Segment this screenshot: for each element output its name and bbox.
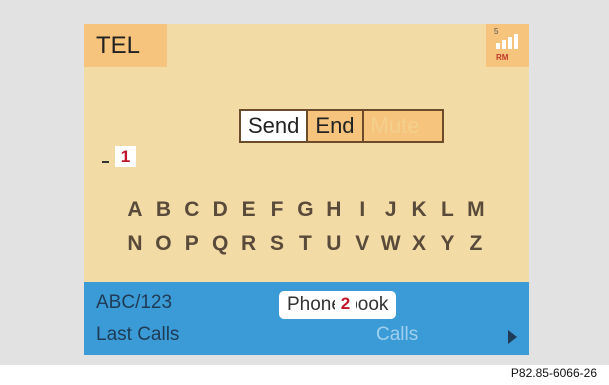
letter-key[interactable]: P <box>179 227 205 261</box>
letter-key[interactable]: T <box>292 227 318 261</box>
calls-button[interactable]: Calls <box>376 324 418 346</box>
send-button[interactable]: Send <box>241 111 307 141</box>
call-control-buttons: Send End Mute <box>239 109 444 143</box>
letter-key[interactable]: C <box>179 193 205 227</box>
last-calls-button[interactable]: Last Calls <box>96 324 179 346</box>
letter-key[interactable]: L <box>434 193 460 227</box>
screen-title: TEL <box>84 24 167 67</box>
letter-key[interactable]: D <box>207 193 233 227</box>
telephone-screen: TEL 5 RM Send End Mute 1 A B C D E F G H <box>84 24 529 355</box>
bottom-menu-bar: ABC/123 Last Calls Phone book Calls <box>84 282 529 355</box>
letter-key[interactable]: A <box>122 193 148 227</box>
letter-key[interactable]: F <box>264 193 290 227</box>
letter-key[interactable]: M <box>463 193 489 227</box>
letter-key[interactable]: H <box>321 193 347 227</box>
chevron-right-icon[interactable] <box>508 330 517 344</box>
letter-key[interactable]: B <box>150 193 176 227</box>
end-button[interactable]: End <box>306 111 362 141</box>
signal-strength-icon <box>496 34 518 49</box>
text-cursor <box>102 161 109 163</box>
mute-button[interactable]: Mute <box>361 111 442 141</box>
letter-key[interactable]: U <box>321 227 347 261</box>
letter-key[interactable]: Z <box>463 227 489 261</box>
abc-123-switch[interactable]: ABC/123 <box>96 292 172 314</box>
letter-key[interactable]: R <box>236 227 262 261</box>
letter-key[interactable]: K <box>406 193 432 227</box>
letter-row-2: N O P Q R S T U V W X Y Z <box>122 227 489 261</box>
letter-key[interactable]: J <box>378 193 404 227</box>
letter-key[interactable]: W <box>378 227 404 261</box>
roaming-indicator: RM <box>496 53 509 62</box>
title-bar: TEL 5 RM <box>84 24 529 67</box>
letter-key[interactable]: G <box>292 193 318 227</box>
letter-key[interactable]: I <box>349 193 375 227</box>
letter-key[interactable]: N <box>122 227 148 261</box>
character-bar: A B C D E F G H I J K L M N O P Q R S T … <box>122 193 502 261</box>
callout-marker-2: 2 <box>335 293 356 314</box>
letter-key[interactable]: X <box>406 227 432 261</box>
letter-key[interactable]: S <box>264 227 290 261</box>
callout-marker-1: 1 <box>115 146 136 167</box>
letter-row-1: A B C D E F G H I J K L M <box>122 193 489 227</box>
figure-caption: P82.85-6066-26 <box>510 366 597 380</box>
signal-status: 5 RM <box>486 24 529 67</box>
letter-key[interactable]: Q <box>207 227 233 261</box>
letter-key[interactable]: E <box>236 193 262 227</box>
letter-key[interactable]: Y <box>434 227 460 261</box>
letter-key[interactable]: O <box>150 227 176 261</box>
letter-key[interactable]: V <box>349 227 375 261</box>
